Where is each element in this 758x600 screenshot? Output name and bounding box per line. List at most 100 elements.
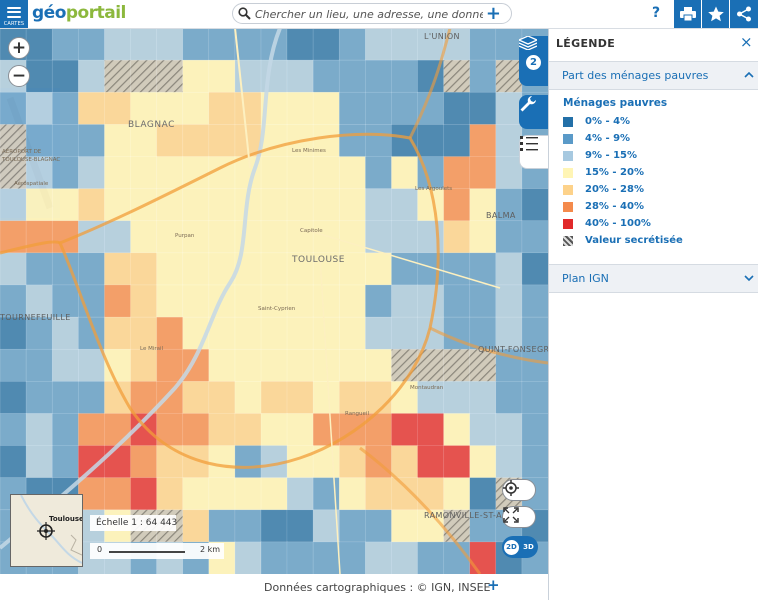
grid-cell[interactable] [234, 413, 262, 447]
grid-cell[interactable] [338, 316, 366, 350]
grid-cell[interactable] [104, 156, 132, 190]
grid-cell[interactable] [234, 348, 262, 382]
grid-cell[interactable] [417, 124, 445, 158]
grid-cell[interactable] [156, 477, 184, 511]
grid-cell[interactable] [78, 28, 105, 61]
grid-cell[interactable] [25, 220, 53, 254]
grid-cell[interactable] [443, 220, 471, 254]
grid-cell[interactable] [469, 413, 497, 447]
grid-cell[interactable] [312, 156, 340, 190]
grid-cell[interactable] [469, 220, 497, 254]
grid-cell[interactable] [0, 188, 27, 222]
grid-cell[interactable] [260, 156, 288, 190]
grid-cell[interactable] [234, 445, 262, 479]
grid-cell[interactable] [443, 541, 471, 574]
grid-cell[interactable] [25, 445, 53, 479]
grid-cell[interactable] [25, 28, 53, 61]
grid-cell[interactable] [156, 252, 184, 286]
grid-cell[interactable] [130, 28, 158, 61]
grid-cell[interactable] [0, 252, 27, 286]
grid-cell[interactable] [338, 348, 366, 382]
grid-cell[interactable] [391, 509, 419, 543]
grid-cell[interactable] [78, 91, 105, 125]
grid-cell[interactable] [469, 91, 497, 125]
grid-cell[interactable] [182, 28, 210, 61]
grid-cell[interactable] [365, 59, 392, 93]
grid-cell[interactable] [182, 59, 210, 93]
grid-cell[interactable] [260, 348, 288, 382]
search-options-button[interactable]: + [486, 3, 501, 24]
grid-cell[interactable] [338, 509, 366, 543]
grid-cell[interactable] [365, 91, 392, 125]
grid-cell[interactable] [417, 220, 445, 254]
grid-cell[interactable] [286, 156, 314, 190]
legend-layer-menages-pauvres[interactable]: Part des ménages pauvres [549, 61, 758, 90]
grid-cell[interactable] [208, 348, 236, 382]
grid-cell[interactable] [469, 541, 497, 574]
grid-cell[interactable] [104, 252, 132, 286]
grid-cell[interactable] [312, 541, 340, 574]
print-button[interactable] [674, 0, 702, 28]
map-view[interactable]: BLAGNAC TOULOUSE L'UNION BALMA TOURNEFEU… [0, 28, 548, 574]
grid-cell[interactable] [443, 445, 471, 479]
grid-cell[interactable] [469, 381, 497, 414]
grid-cell[interactable] [260, 509, 288, 543]
menu-button[interactable]: CARTES [0, 0, 28, 28]
legend-close-button[interactable]: × [740, 33, 753, 51]
help-button[interactable]: ? [652, 5, 660, 21]
grid-cell[interactable] [156, 348, 184, 382]
grid-cell[interactable] [469, 477, 497, 511]
grid-cell[interactable] [469, 59, 497, 93]
grid-cell[interactable] [208, 91, 236, 125]
grid-cell[interactable] [208, 381, 236, 414]
grid-cell[interactable] [78, 381, 105, 414]
grid-cell[interactable] [417, 541, 445, 574]
grid-cell[interactable] [208, 509, 236, 543]
grid-cell[interactable] [234, 381, 262, 414]
grid-cell[interactable] [208, 124, 236, 158]
grid-cell[interactable] [286, 348, 314, 382]
grid-cell[interactable] [234, 91, 262, 125]
grid-cell[interactable] [391, 316, 419, 350]
grid-cell[interactable] [208, 220, 236, 254]
grid-cell[interactable] [104, 28, 132, 61]
grid-cell[interactable] [260, 284, 288, 318]
grid-cell[interactable] [25, 91, 53, 125]
grid-cell[interactable] [0, 445, 27, 479]
grid-cell[interactable] [182, 284, 210, 318]
grid-cell[interactable] [104, 188, 132, 222]
grid-cell[interactable] [78, 413, 105, 447]
grid-cell[interactable] [495, 381, 523, 414]
grid-cell[interactable] [0, 91, 27, 125]
grid-cell[interactable] [260, 316, 288, 350]
grid-cell[interactable] [391, 541, 419, 574]
grid-cell[interactable] [25, 59, 53, 93]
grid-cell[interactable] [234, 316, 262, 350]
grid-cell[interactable] [208, 59, 236, 93]
grid-cell[interactable] [104, 91, 132, 125]
grid-cell[interactable] [156, 59, 184, 93]
grid-cell[interactable] [208, 413, 236, 447]
grid-cell[interactable] [130, 59, 158, 93]
grid-cell[interactable] [286, 413, 314, 447]
grid-cell[interactable] [495, 220, 523, 254]
grid-cell[interactable] [286, 188, 314, 222]
grid-cell[interactable] [495, 413, 523, 447]
view-3d-button[interactable]: 3D [521, 540, 536, 555]
grid-cell[interactable] [443, 59, 471, 93]
grid-cell[interactable] [391, 28, 419, 61]
grid-cell[interactable] [260, 413, 288, 447]
grid-cell[interactable] [469, 284, 497, 318]
grid-cell[interactable] [521, 413, 548, 447]
grid-cell[interactable] [156, 28, 184, 61]
search-input[interactable] [253, 5, 485, 24]
grid-cell[interactable] [260, 477, 288, 511]
grid-cell[interactable] [182, 509, 210, 543]
grid-cell[interactable] [338, 188, 366, 222]
grid-cell[interactable] [51, 413, 79, 447]
grid-cell[interactable] [391, 59, 419, 93]
grid-cell[interactable] [365, 541, 392, 574]
grid-cell[interactable] [391, 445, 419, 479]
grid-cell[interactable] [51, 188, 79, 222]
grid-cell[interactable] [443, 91, 471, 125]
